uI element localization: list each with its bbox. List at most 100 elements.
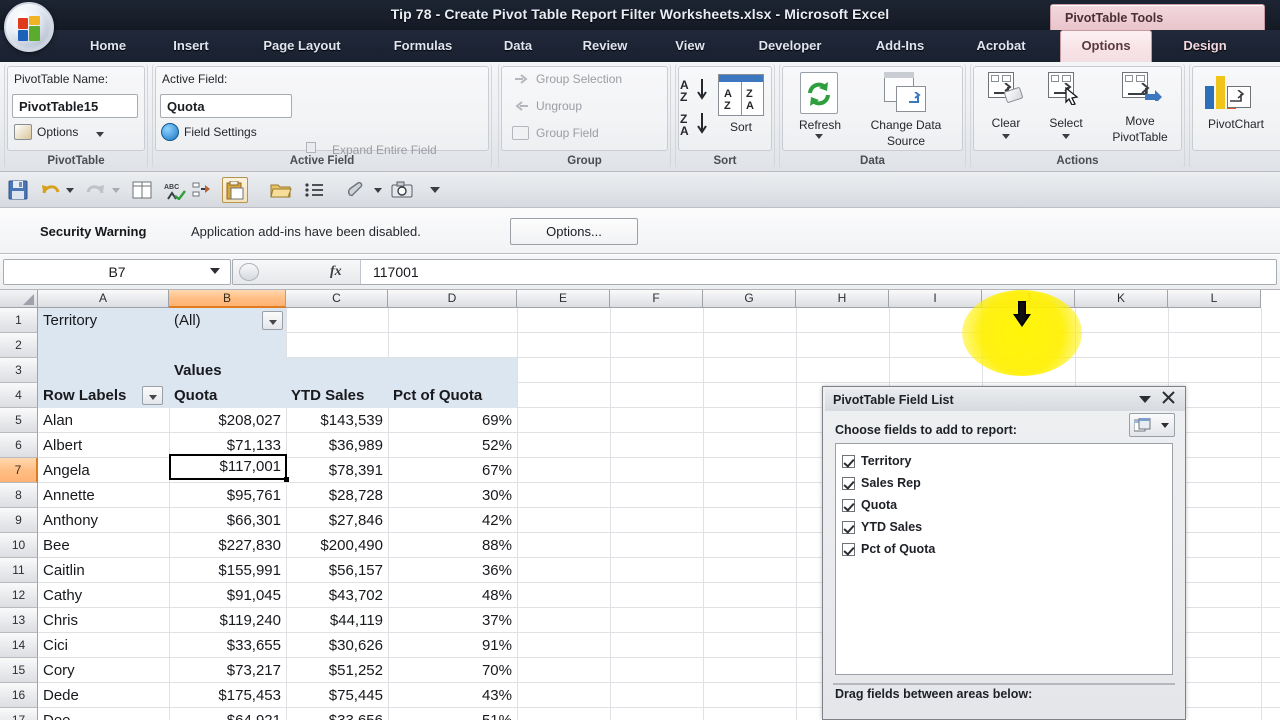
list-icon[interactable] xyxy=(304,180,324,200)
refresh-icon[interactable] xyxy=(800,72,838,114)
cell-C5-ytd-sales[interactable]: $143,539 xyxy=(286,408,388,433)
row-header-8[interactable]: 8 xyxy=(0,483,38,508)
checkbox-icon[interactable] xyxy=(842,543,855,556)
formula-value[interactable]: 117001 xyxy=(373,264,419,280)
row-labels-filter-icon[interactable] xyxy=(142,386,163,405)
active-field-input[interactable]: Quota xyxy=(160,94,292,118)
cell-A17-name[interactable]: Dee xyxy=(38,708,169,720)
row-header-3[interactable]: 3 xyxy=(0,358,38,383)
cell-C6-ytd-sales[interactable]: $36,989 xyxy=(286,433,388,458)
field-list-item-sales-rep[interactable]: Sales Rep xyxy=(842,472,921,494)
column-header-F[interactable]: F xyxy=(610,290,703,308)
cell-B2[interactable] xyxy=(169,333,286,358)
sort-button-label[interactable]: Sort xyxy=(718,120,764,134)
cell-D12-pct-of-quota[interactable]: 48% xyxy=(388,583,517,608)
clear-dropdown-icon[interactable] xyxy=(1002,134,1010,139)
cell-D5-pct-of-quota[interactable]: 69% xyxy=(388,408,517,433)
cell-D17-pct-of-quota[interactable]: 51% xyxy=(388,708,517,720)
checkbox-icon[interactable] xyxy=(842,477,855,490)
eraser-dropdown-icon[interactable] xyxy=(374,188,382,193)
field-list-layout-icon[interactable] xyxy=(1129,413,1175,437)
cell-D3[interactable] xyxy=(388,358,517,383)
pivottable-options-label[interactable]: Options xyxy=(37,125,78,139)
cell-B9-quota[interactable]: $66,301 xyxy=(169,508,286,533)
chevron-down-icon[interactable] xyxy=(1139,396,1151,403)
formula-collapse-icon[interactable] xyxy=(239,263,259,281)
field-list-box[interactable]: TerritorySales RepQuotaYTD SalesPct of Q… xyxy=(835,443,1173,675)
column-header-L[interactable]: L xyxy=(1168,290,1261,308)
field-settings-label[interactable]: Field Settings xyxy=(184,125,257,139)
cell-A7-name[interactable]: Angela xyxy=(38,458,169,483)
row-header-4[interactable]: 4 xyxy=(0,383,38,408)
cell-D8-pct-of-quota[interactable]: 30% xyxy=(388,483,517,508)
ribbon-tab-add-ins[interactable]: Add-Ins xyxy=(855,30,945,62)
cell-B4-column-header[interactable]: Quota xyxy=(169,383,286,408)
selected-cell-B7[interactable]: $117,001 xyxy=(169,454,287,480)
formula-input-wrapper[interactable]: fx 117001 xyxy=(232,259,1277,285)
cell-D9-pct-of-quota[interactable]: 42% xyxy=(388,508,517,533)
row-header-9[interactable]: 9 xyxy=(0,508,38,533)
cell-D14-pct-of-quota[interactable]: 91% xyxy=(388,633,517,658)
cell-C17-ytd-sales[interactable]: $33,656 xyxy=(286,708,388,720)
cell-A8-name[interactable]: Annette xyxy=(38,483,169,508)
checkbox-icon[interactable] xyxy=(842,521,855,534)
cell-C10-ytd-sales[interactable]: $200,490 xyxy=(286,533,388,558)
spellcheck-icon[interactable]: ABC xyxy=(164,180,184,200)
fx-icon[interactable]: fx xyxy=(330,264,342,280)
undo-icon[interactable] xyxy=(40,180,60,200)
ribbon-tab-developer[interactable]: Developer xyxy=(739,30,841,62)
qat-more-icon[interactable] xyxy=(430,187,440,193)
change-data-source-label-line1[interactable]: Change Data xyxy=(856,118,956,132)
row-header-13[interactable]: 13 xyxy=(0,608,38,633)
field-list-item-quota[interactable]: Quota xyxy=(842,494,897,516)
ribbon-tab-insert[interactable]: Insert xyxy=(155,30,227,62)
indent-icon[interactable] xyxy=(192,180,212,200)
move-pivottable-icon[interactable] xyxy=(1122,72,1162,106)
row-header-6[interactable]: 6 xyxy=(0,433,38,458)
column-header-B[interactable]: B xyxy=(169,290,286,308)
row-header-12[interactable]: 12 xyxy=(0,583,38,608)
camera-icon[interactable] xyxy=(391,180,411,200)
cell-B5-quota[interactable]: $208,027 xyxy=(169,408,286,433)
cell-D11-pct-of-quota[interactable]: 36% xyxy=(388,558,517,583)
pivotchart-icon[interactable] xyxy=(1205,72,1257,112)
column-header-A[interactable]: A xyxy=(38,290,169,308)
close-icon[interactable] xyxy=(1162,391,1175,408)
pivotchart-label[interactable]: PivotChart xyxy=(1192,117,1280,131)
column-header-E[interactable]: E xyxy=(517,290,610,308)
pivottable-field-list-panel[interactable]: PivotTable Field List Choose fields to a… xyxy=(822,386,1186,720)
sort-dialog-icon[interactable]: AZ ZA xyxy=(718,74,764,116)
change-data-source-label-line2[interactable]: Source xyxy=(856,134,956,148)
office-orb-icon[interactable] xyxy=(4,2,54,52)
open-folder-icon[interactable] xyxy=(270,180,290,200)
move-pivottable-label-line1[interactable]: Move xyxy=(1100,114,1180,128)
ribbon-tab-home[interactable]: Home xyxy=(72,30,144,62)
cell-B11-quota[interactable]: $155,991 xyxy=(169,558,286,583)
pivottable-name-input[interactable]: PivotTable15 xyxy=(12,94,138,118)
cell-A1-report-filter-label[interactable]: Territory xyxy=(38,308,169,333)
redo-dropdown-icon[interactable] xyxy=(112,188,120,193)
cell-B12-quota[interactable]: $91,045 xyxy=(169,583,286,608)
checkbox-icon[interactable] xyxy=(842,455,855,468)
ribbon-tab-review[interactable]: Review xyxy=(565,30,645,62)
cell-C16-ytd-sales[interactable]: $75,445 xyxy=(286,683,388,708)
field-list-item-ytd-sales[interactable]: YTD Sales xyxy=(842,516,922,538)
row-header-7[interactable]: 7 xyxy=(0,458,38,483)
redo-icon[interactable] xyxy=(86,180,106,200)
cell-D6-pct-of-quota[interactable]: 52% xyxy=(388,433,517,458)
row-header-11[interactable]: 11 xyxy=(0,558,38,583)
cell-A15-name[interactable]: Cory xyxy=(38,658,169,683)
column-header-K[interactable]: K xyxy=(1075,290,1168,308)
ribbon-tab-page-layout[interactable]: Page Layout xyxy=(240,30,364,62)
cell-B3-values-header[interactable]: Values xyxy=(169,358,286,383)
options-dropdown-icon[interactable] xyxy=(96,132,104,137)
cell-B16-quota[interactable]: $175,453 xyxy=(169,683,286,708)
move-pivottable-label-line2[interactable]: PivotTable xyxy=(1096,130,1184,144)
clear-label[interactable]: Clear xyxy=(978,116,1034,130)
ribbon-tab-acrobat[interactable]: Acrobat xyxy=(956,30,1046,62)
cell-A10-name[interactable]: Bee xyxy=(38,533,169,558)
cell-D13-pct-of-quota[interactable]: 37% xyxy=(388,608,517,633)
row-header-5[interactable]: 5 xyxy=(0,408,38,433)
column-header-C[interactable]: C xyxy=(286,290,388,308)
refresh-dropdown-icon[interactable] xyxy=(815,134,823,139)
